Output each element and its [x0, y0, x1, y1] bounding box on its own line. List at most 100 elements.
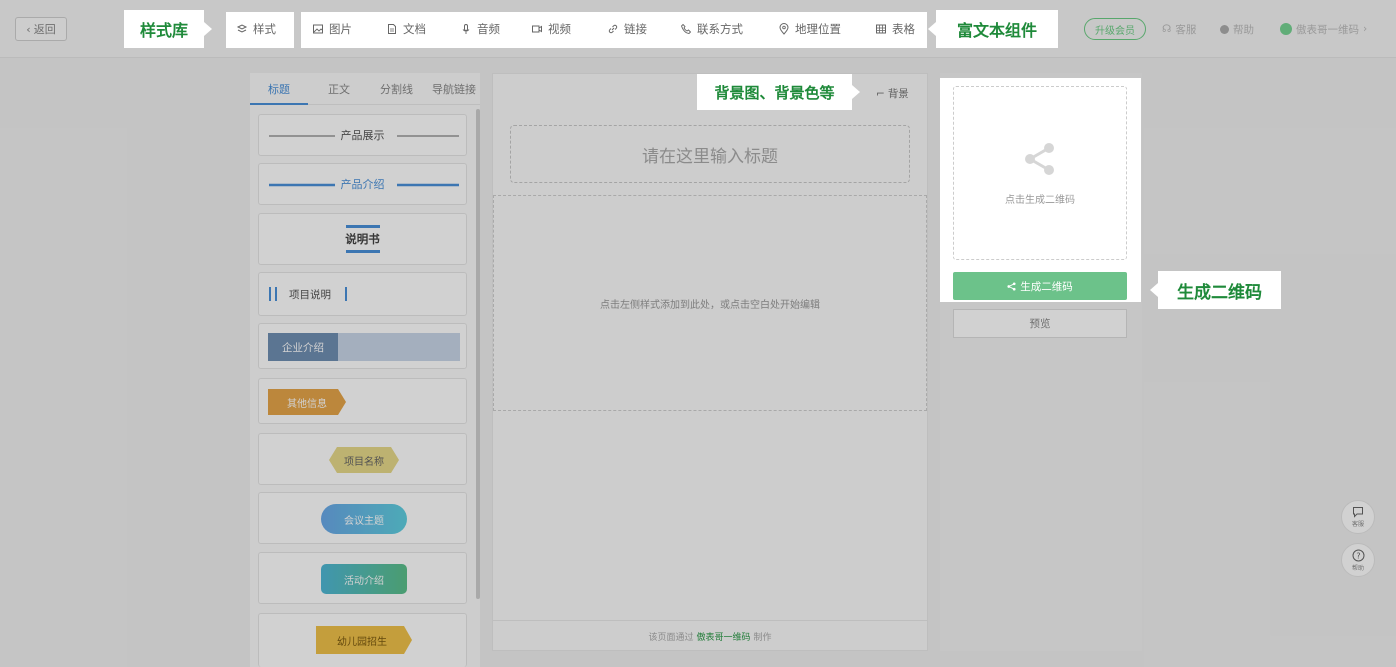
chat-icon [1353, 507, 1363, 518]
style-list-scrollbar[interactable] [476, 109, 480, 599]
footer-suffix: 制作 [753, 632, 772, 643]
style-item-label: 产品展示 [340, 129, 385, 142]
bar-left-2 [275, 287, 277, 301]
toolbar-audio-button[interactable]: 音频 [460, 18, 500, 40]
link-icon [608, 24, 618, 34]
style-item-project-name[interactable]: 项目名称 [258, 433, 467, 485]
tab-divider[interactable]: 分割线 [380, 81, 413, 97]
annotation-text: 背景图、背景色等 [714, 83, 835, 102]
toolbar-table-button[interactable]: 表格 [875, 18, 915, 40]
title-input[interactable]: 请在这里输入标题 [510, 125, 910, 183]
user-name: 傲表哥一维码 [1296, 23, 1359, 36]
help-circle-icon [1220, 24, 1229, 34]
tab-nav-link[interactable]: 导航链接 [432, 81, 476, 97]
generate-qr-label: 生成二维码 [1020, 280, 1073, 293]
toolbar-link-button[interactable]: 链接 [607, 18, 647, 40]
annotation-background: 背景图、背景色等 [697, 74, 860, 110]
toolbar-contact-button[interactable]: 联系方式 [680, 18, 743, 40]
style-item-project-desc[interactable]: 项目说明 [258, 272, 467, 316]
toolbar-video-button[interactable]: 视频 [531, 18, 571, 40]
back-button-label: 返回 [33, 23, 56, 36]
toolbar-document-label: 文档 [403, 22, 426, 36]
tab-body[interactable]: 正文 [328, 81, 350, 97]
bar-right [345, 287, 347, 301]
preview-button-label: 预览 [1029, 318, 1051, 330]
chevron-right-icon: › [1363, 23, 1368, 35]
style-item-label: 说明书 [345, 232, 380, 246]
microphone-icon [462, 24, 470, 34]
title-placeholder: 请在这里输入标题 [642, 146, 778, 167]
toolbar-location-label: 地理位置 [795, 22, 841, 36]
style-library-panel: 标题 正文 分割线 导航链接 产品展示 产品介绍 说明书 项目说明 企业介绍 其… [250, 73, 480, 667]
svg-text:?: ? [1356, 551, 1360, 560]
style-item-label: 其他信息 [287, 398, 327, 410]
bar-bottom [345, 250, 380, 253]
qr-code-area[interactable]: 点击生成二维码 [953, 86, 1127, 260]
style-item-label: 活动介绍 [321, 564, 407, 594]
service-label: 客服 [1175, 23, 1197, 36]
toolbar-video-label: 视频 [548, 22, 571, 36]
floating-help-button[interactable]: ? 帮助 [1341, 543, 1375, 577]
style-item-label: 幼儿园招生 [337, 636, 387, 648]
user-menu[interactable]: 傲表哥一维码 › [1280, 19, 1367, 39]
location-pin-icon [779, 23, 789, 35]
upgrade-label: 升级会员 [1095, 25, 1135, 37]
annotation-generate-qr: 生成二维码 [1150, 271, 1281, 309]
tab-title[interactable]: 标题 [268, 81, 290, 97]
toolbar-image-button[interactable]: 图片 [312, 18, 352, 40]
style-item-company-intro[interactable]: 企业介绍 [258, 323, 467, 369]
style-item-label: 项目说明 [289, 288, 331, 301]
upgrade-member-button[interactable]: 升级会员 [1084, 18, 1146, 40]
bar-top [345, 225, 380, 228]
style-tabs: 标题 正文 分割线 导航链接 [250, 73, 480, 105]
chevron-left-icon: ‹ [26, 22, 31, 36]
preview-button[interactable]: 预览 [953, 309, 1127, 338]
toolbar-document-button[interactable]: 文档 [386, 18, 426, 40]
style-item-product-intro[interactable]: 产品介绍 [258, 163, 467, 205]
share-small-icon [1007, 281, 1016, 291]
user-avatar-icon [1280, 23, 1292, 35]
back-button[interactable]: ‹ 返回 [15, 17, 67, 41]
floating-service-button[interactable]: 客服 [1341, 500, 1375, 534]
toolbar-link-label: 链接 [624, 22, 647, 36]
style-item-meeting-topic[interactable]: 会议主题 [258, 492, 467, 544]
table-icon [876, 24, 886, 34]
toolbar-location-button[interactable]: 地理位置 [778, 18, 841, 40]
editor-footer: 该页面通过 傲表哥一维码 制作 [492, 620, 928, 651]
toolbar-style-button[interactable]: 样式 [236, 18, 276, 40]
content-drop-area[interactable]: 点击左侧样式添加到此处，或点击空白处开始编辑 [493, 195, 927, 411]
toolbar-contact-label: 联系方式 [697, 22, 743, 36]
generate-qr-button[interactable]: 生成二维码 [953, 272, 1127, 300]
help-link[interactable]: 帮助 [1220, 19, 1254, 39]
share-icon [1025, 142, 1054, 175]
question-icon: ? [1352, 549, 1364, 561]
toolbar-image-label: 图片 [329, 22, 352, 36]
image-icon [313, 24, 323, 34]
qr-hint: 点击生成二维码 [1005, 194, 1075, 206]
video-icon [532, 25, 542, 33]
background-icon: ⌐ [876, 87, 885, 100]
annotation-text: 富文本组件 [956, 21, 1037, 40]
footer-brand-link[interactable]: 傲表哥一维码 [696, 630, 750, 643]
background-link[interactable]: ⌐ 背景 [876, 86, 909, 101]
annotation-text: 生成二维码 [1177, 282, 1262, 303]
style-item-manual[interactable]: 说明书 [258, 213, 467, 265]
drop-hint: 点击左侧样式添加到此处，或点击空白处开始编辑 [600, 299, 820, 311]
style-item-product-show[interactable]: 产品展示 [258, 114, 467, 156]
style-item-label: 企业介绍 [268, 333, 338, 361]
floating-help-label: 帮助 [1351, 564, 1364, 572]
footer-prefix: 该页面通过 [648, 632, 694, 643]
annotation-style-library: 样式库 [124, 10, 212, 48]
phone-icon [680, 23, 692, 34]
floating-service-label: 客服 [1351, 521, 1364, 528]
customer-service-link[interactable]: ☊ 客服 [1162, 19, 1196, 39]
style-item-label: 产品介绍 [340, 178, 385, 191]
help-label: 帮助 [1233, 23, 1254, 36]
style-item-event-intro[interactable]: 活动介绍 [258, 552, 467, 604]
style-item-other-info[interactable]: 其他信息 [258, 378, 467, 424]
style-item-kindergarten[interactable]: 幼儿园招生 [258, 613, 467, 667]
annotation-text: 样式库 [139, 21, 188, 40]
bar-left-1 [269, 287, 271, 301]
toolbar-table-label: 表格 [892, 22, 915, 36]
annotation-rich-text: 富文本组件 [928, 10, 1058, 48]
